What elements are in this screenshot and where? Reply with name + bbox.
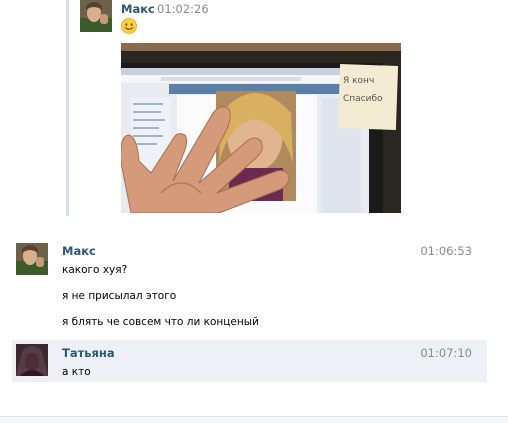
message-text: я блять че совсем что ли конценый [62,316,259,328]
message-timestamp[interactable]: 01:06:53 [420,244,472,258]
svg-text:Спасибо: Спасибо [343,94,383,104]
message-author-name[interactable]: Татьяна [62,346,115,360]
avatar-image [16,344,48,376]
message-author-name[interactable]: Макс [62,244,96,258]
forward-quote-bar [66,0,69,216]
avatar[interactable] [16,243,48,275]
avatar-image [80,0,112,32]
svg-text:Я конч: Я конч [343,76,374,86]
avatar[interactable] [80,0,112,32]
composer-area-edge [0,417,508,423]
message-text: а кто [62,366,91,378]
message-text: какого хуя? [62,264,128,276]
forward-author-name[interactable]: Макс [121,2,155,16]
message-text: я не присылал этого [62,290,177,302]
photo-attachment[interactable]: Я конч Спасибо [121,43,401,213]
avatar[interactable] [16,344,48,376]
smile-emoji-icon [121,18,137,34]
avatar-image [16,243,48,275]
message-timestamp[interactable]: 01:07:10 [420,346,472,360]
forward-timestamp[interactable]: 01:02:26 [157,2,209,16]
photo-image: Я конч Спасибо [121,43,401,213]
